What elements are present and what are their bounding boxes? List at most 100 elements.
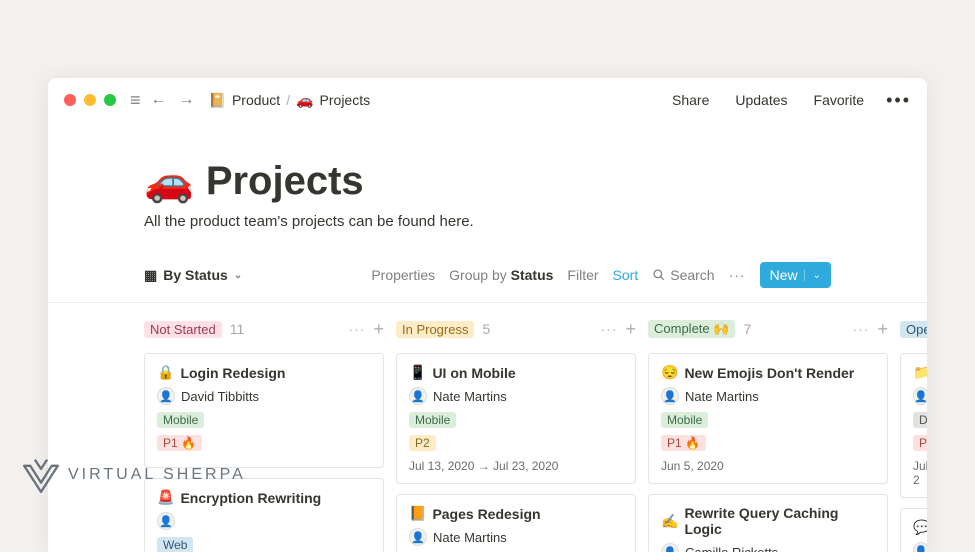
board-card[interactable]: 📙Pages Redesign👤Nate MartinsDesktopP2 xyxy=(396,494,636,552)
column-add-icon[interactable]: + xyxy=(373,320,384,338)
properties-button[interactable]: Properties xyxy=(371,267,435,283)
platform-tag: Mobile xyxy=(409,412,456,428)
card-icon: 💬 xyxy=(913,519,927,536)
card-assignee: 👤Nate Martins xyxy=(409,528,623,546)
search-icon xyxy=(652,268,666,282)
filter-button[interactable]: Filter xyxy=(567,267,598,283)
card-icon: 📙 xyxy=(409,505,426,522)
card-title: 🔒Login Redesign xyxy=(157,364,371,381)
toolbar-more-icon[interactable]: ··· xyxy=(729,267,746,283)
priority-tag: P1 xyxy=(913,435,927,451)
database-toolbar: ▦ By Status ⌄ Properties Group by Status… xyxy=(144,262,831,288)
card-icon: 📁 xyxy=(913,364,927,381)
status-tag[interactable]: Not Started xyxy=(144,321,222,338)
avatar: 👤 xyxy=(661,543,679,552)
board-view-icon: ▦ xyxy=(144,267,157,284)
card-assignee: 👤Nate Martins xyxy=(661,387,875,405)
card-title: 📱UI on Mobile xyxy=(409,364,623,381)
breadcrumb-link-1[interactable]: Product xyxy=(232,92,280,108)
breadcrumb-separator: / xyxy=(286,92,290,108)
card-icon: 🔒 xyxy=(157,364,174,381)
window-controls xyxy=(64,94,116,106)
titlebar: ≡ ← → 📔 Product / 🚗 Projects Share Updat… xyxy=(48,78,927,122)
column-add-icon[interactable]: + xyxy=(877,320,888,338)
board-view: Not Started 11 ··· + 🔒Login Redesign 👤David T… xyxy=(48,302,927,552)
minimize-window-icon[interactable] xyxy=(84,94,96,106)
new-button[interactable]: New ⌄ xyxy=(760,262,831,288)
board-column: Complete 🙌 7 ··· + 😔New Emojis Don't Render 👤… xyxy=(648,317,888,552)
column-count: 5 xyxy=(482,321,490,337)
platform-tag: Mobile xyxy=(157,412,204,428)
updates-button[interactable]: Updates xyxy=(735,92,787,108)
priority-tag: P1 🔥 xyxy=(157,435,202,451)
column-more-icon[interactable]: ··· xyxy=(852,321,869,337)
page-title[interactable]: Projects xyxy=(206,159,364,204)
search-button[interactable]: Search xyxy=(652,267,714,283)
view-label: By Status xyxy=(163,267,228,283)
page-header: 🚗 Projects xyxy=(144,158,831,205)
close-window-icon[interactable] xyxy=(64,94,76,106)
maximize-window-icon[interactable] xyxy=(104,94,116,106)
board-column: Not Started 11 ··· + 🔒Login Redesign 👤David T… xyxy=(144,317,384,552)
card-date: Jul 2 xyxy=(913,459,925,487)
chevron-down-icon: ⌄ xyxy=(234,270,242,281)
menu-icon[interactable]: ≡ xyxy=(130,90,141,111)
platform-tag: Web xyxy=(157,537,193,552)
column-more-icon[interactable]: ··· xyxy=(348,321,365,337)
board-column: Ope📁F👤DesP1Jul 2💬👤MolP4 xyxy=(900,317,927,552)
card-assignee: 👤 xyxy=(913,542,925,552)
card-title: 😔New Emojis Don't Render xyxy=(661,364,875,381)
board-card[interactable]: 📁F 👤 Des P1 Jul 2 xyxy=(900,353,927,498)
breadcrumb-icon-1: 📔 xyxy=(209,92,226,109)
card-date: Jul 13, 2020 → Jul 23, 2020 xyxy=(409,459,623,473)
card-title: 📙Pages Redesign xyxy=(409,505,623,522)
card-icon: 😔 xyxy=(661,364,678,381)
platform-tag: Des xyxy=(913,412,927,428)
card-assignee: 👤Nate Martins xyxy=(409,387,623,405)
board-card[interactable]: 💬👤MolP4 xyxy=(900,508,927,552)
share-button[interactable]: Share xyxy=(672,92,709,108)
avatar: 👤 xyxy=(157,387,175,405)
breadcrumb: 📔 Product / 🚗 Projects xyxy=(209,92,371,109)
sort-button[interactable]: Sort xyxy=(613,267,639,283)
column-add-icon[interactable]: + xyxy=(625,320,636,338)
groupby-button[interactable]: Group by Status xyxy=(449,267,553,283)
status-tag[interactable]: Complete 🙌 xyxy=(648,320,735,338)
watermark: VIRTUAL SHERPA xyxy=(18,452,246,498)
board-card[interactable]: 😔New Emojis Don't Render 👤Nate Martins Mob… xyxy=(648,353,888,484)
column-count: 11 xyxy=(230,321,245,337)
avatar: 👤 xyxy=(913,387,927,405)
page-icon[interactable]: 🚗 xyxy=(144,158,194,205)
board-card[interactable]: 🔒Login Redesign 👤David Tibbitts Mobile P1 🔥 xyxy=(144,353,384,468)
card-assignee: 👤 xyxy=(913,387,925,405)
status-tag[interactable]: In Progress xyxy=(396,321,474,338)
card-assignee: 👤David Tibbitts xyxy=(157,387,371,405)
watermark-logo-icon xyxy=(18,452,64,498)
card-icon: ✍️ xyxy=(661,513,678,530)
favorite-button[interactable]: Favorite xyxy=(814,92,865,108)
board-card[interactable]: ✍️Rewrite Query Caching Logic👤Camille Ri… xyxy=(648,494,888,552)
page-content: 🚗 Projects All the product team's projec… xyxy=(48,122,927,288)
board-column: In Progress 5 ··· + 📱UI on Mobile 👤Nate Marti… xyxy=(396,317,636,552)
card-date: Jun 5, 2020 xyxy=(661,459,875,473)
platform-tag: Mobile xyxy=(661,412,708,428)
card-title: 📁F xyxy=(913,364,925,381)
priority-tag: P1 🔥 xyxy=(661,435,706,451)
board-card[interactable]: 📱UI on Mobile 👤Nate Martins Mobile P2 Jul 13… xyxy=(396,353,636,484)
breadcrumb-link-2[interactable]: Projects xyxy=(320,92,371,108)
card-title: ✍️Rewrite Query Caching Logic xyxy=(661,505,875,537)
chevron-down-icon: ⌄ xyxy=(804,270,821,281)
avatar: 👤 xyxy=(409,387,427,405)
card-title: 💬 xyxy=(913,519,925,536)
forward-button[interactable]: → xyxy=(177,91,197,109)
view-selector[interactable]: ▦ By Status ⌄ xyxy=(144,267,242,284)
column-more-icon[interactable]: ··· xyxy=(600,321,617,337)
priority-tag: P2 xyxy=(409,435,436,451)
avatar: 👤 xyxy=(157,512,175,530)
status-tag[interactable]: Ope xyxy=(900,321,927,338)
column-count: 7 xyxy=(743,321,751,337)
page-subtitle: All the product team's projects can be f… xyxy=(144,213,831,230)
breadcrumb-icon-2: 🚗 xyxy=(296,92,313,109)
back-button[interactable]: ← xyxy=(149,91,169,109)
more-icon[interactable]: ••• xyxy=(886,90,911,111)
